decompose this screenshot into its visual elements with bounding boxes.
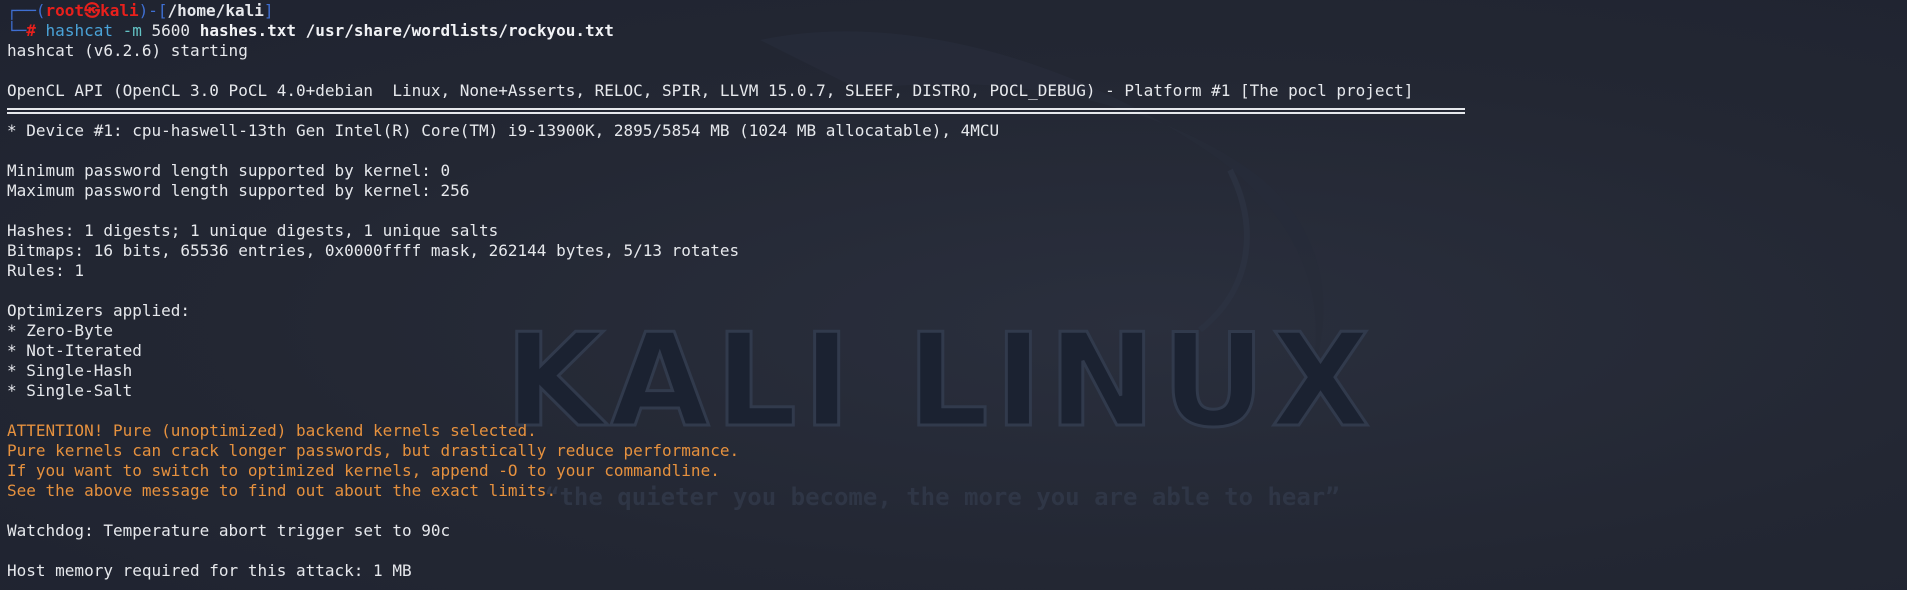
attention-warning: ATTENTION! Pure (unoptimized) backend ke… <box>7 421 537 440</box>
attention-warning: Pure kernels can crack longer passwords,… <box>7 441 740 460</box>
prompt-frame: └─ <box>7 21 27 40</box>
optimizer-item: * Not-Iterated <box>7 341 142 360</box>
output-hashes: Hashes: 1 digests; 1 unique digests, 1 u… <box>7 221 499 240</box>
output-optimizers-header: Optimizers applied: <box>7 301 191 320</box>
prompt-frame: ] <box>263 1 274 20</box>
command-arg-wordlist: /usr/share/wordlists/rockyou.txt <box>305 21 614 40</box>
output-starting: hashcat (v6.2.6) starting <box>7 41 248 60</box>
output-opencl-api: OpenCL API (OpenCL 3.0 PoCL 4.0+debian L… <box>7 81 1414 100</box>
terminal-window[interactable]: KALI LINUX “the quieter you become, the … <box>0 0 1907 590</box>
command-flag: -m <box>122 21 142 40</box>
optimizer-item: * Zero-Byte <box>7 321 113 340</box>
prompt-frame: ┌──( <box>7 1 46 20</box>
output-watchdog: Watchdog: Temperature abort trigger set … <box>7 521 451 540</box>
double-separator <box>7 101 1907 121</box>
attention-warning: See the above message to find out about … <box>7 481 557 500</box>
command-name: hashcat <box>45 21 113 40</box>
command-mode: 5600 <box>151 21 191 40</box>
prompt-cwd: /home/kali <box>167 1 264 20</box>
attention-warning: If you want to switch to optimized kerne… <box>7 461 720 480</box>
prompt-line-1: ┌──(root㉿kali)-[/home/kali] <box>7 1 1907 21</box>
terminal-output: ┌──(root㉿kali)-[/home/kali] └─# hashcat … <box>7 1 1907 581</box>
output-device: * Device #1: cpu-haswell-13th Gen Intel(… <box>7 121 1000 140</box>
output-bitmaps: Bitmaps: 16 bits, 65536 entries, 0x0000f… <box>7 241 740 260</box>
optimizer-item: * Single-Salt <box>7 381 133 400</box>
command-arg-hashes: hashes.txt <box>199 21 297 40</box>
output-min-password: Minimum password length supported by ker… <box>7 161 451 180</box>
optimizer-item: * Single-Hash <box>7 361 133 380</box>
prompt-symbol: # <box>26 21 36 40</box>
output-rules: Rules: 1 <box>7 261 85 280</box>
output-max-password: Maximum password length supported by ker… <box>7 181 470 200</box>
prompt-frame: )-[ <box>138 1 168 20</box>
output-host-memory: Host memory required for this attack: 1 … <box>7 561 412 580</box>
prompt-user-host: root㉿kali <box>45 1 139 20</box>
prompt-line-2: └─# hashcat -m 5600 hashes.txt /usr/shar… <box>7 21 1907 41</box>
